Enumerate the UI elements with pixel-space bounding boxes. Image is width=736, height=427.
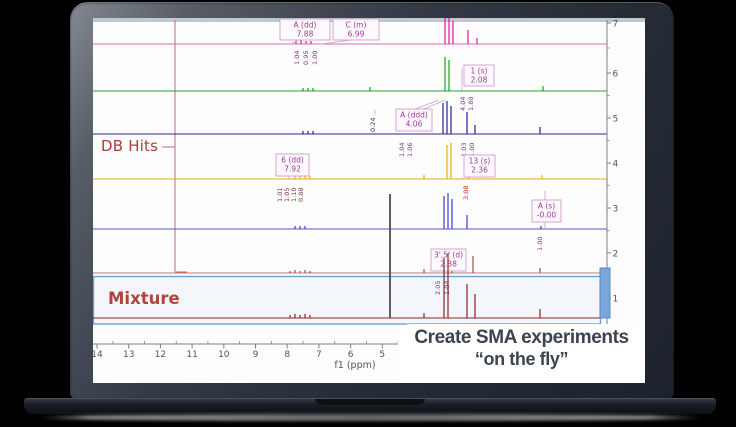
peak-annotation-2.36[interactable]: 13 (s)2.36 — [464, 155, 495, 177]
x-axis-title: f1 (ppm) — [334, 360, 375, 371]
caption-line2: “on the fly” — [398, 349, 645, 370]
integral-label: 1.00 — [311, 51, 319, 65]
mixture-label: Mixture — [108, 289, 180, 308]
integral-label: 1.04 — [398, 143, 406, 157]
annotation-shift: -0.00 — [537, 211, 557, 220]
db-hits-label: DB Hits — [101, 137, 158, 155]
annotation-shift: 6.99 — [348, 30, 365, 39]
annotation-shift: 2.38 — [440, 260, 457, 269]
y-tick-label: 1 — [613, 295, 619, 305]
annotation-shift: 4.06 — [406, 120, 423, 129]
x-tick-label: 6 — [348, 350, 354, 360]
peak-annotation-2.08[interactable]: 1 (s)2.08 — [464, 65, 494, 86]
spectrum-row-4[interactable]: 1.011.051.100.883.086 (dd)7.9213 (s)2.36 — [93, 143, 607, 202]
page-background: 1.040.951.00A (dd)7.88C (m)6.994.041.801… — [0, 0, 736, 427]
annotation-multiplet: 1 (s) — [471, 67, 488, 76]
annotation-leader-line — [291, 40, 298, 44]
x-tick-label: 13 — [123, 350, 134, 360]
annotation-multiplet: A (s) — [538, 202, 555, 211]
spectrum-row-3[interactable]: 1.00 A (s)-0.00 — [93, 191, 607, 251]
annotation-multiplet: A (dd) — [294, 21, 317, 30]
integral-label: 1.80 — [467, 97, 475, 111]
annotation-shift: 2.08 — [471, 76, 488, 85]
peak-annotation-4.06[interactable]: A (ddd)4.06 — [396, 109, 432, 131]
x-tick-label: 7 — [316, 350, 322, 360]
peak-annotation-6.99[interactable]: C (m)6.99 — [333, 19, 379, 40]
annotation-shift: 7.88 — [297, 30, 314, 39]
y-tick-label: 4 — [613, 160, 619, 170]
caption-overlay: Create SMA experiments “on the fly” — [398, 324, 645, 383]
laptop-base — [24, 398, 716, 414]
spectrum-row-7[interactable]: 1.040.951.00A (dd)7.88C (m)6.99 — [93, 18, 607, 65]
annotation-multiplet: A (ddd) — [400, 111, 428, 120]
x-tick-label: 10 — [218, 350, 230, 360]
integral-label: 0.88 — [297, 188, 305, 202]
x-tick-label: 8 — [284, 350, 290, 360]
y-tick-label: 7 — [613, 20, 619, 30]
laptop-screen-bezel: 1.040.951.00A (dd)7.88C (m)6.994.041.801… — [70, 2, 674, 399]
db-hits-bracket — [162, 20, 187, 272]
integral-label: 0.95 — [302, 51, 310, 65]
y-tick-label: 6 — [613, 70, 619, 80]
peak-annotation--0.00[interactable]: A (s)-0.00 — [532, 200, 561, 222]
spectrum-row-6[interactable]: 4.041.80 1 (s)2.08 — [93, 57, 607, 111]
x-tick-label: 14 — [93, 350, 103, 360]
spectrum-row-5[interactable]: 1.041.061.031.000.24A (ddd)4.06 — [93, 100, 607, 157]
integral-label: 0.24 — [369, 118, 377, 132]
laptop-shadow — [36, 414, 704, 421]
peak-annotation-7.88[interactable]: A (dd)7.88 — [280, 19, 330, 40]
integral-label: 1.00 — [536, 237, 544, 251]
annotation-shift: 7.92 — [284, 165, 301, 174]
annotation-multiplet: 6 (dd) — [281, 156, 304, 165]
annotation-multiplet: 13 (s) — [469, 157, 491, 166]
x-tick-label: 9 — [253, 350, 259, 360]
integral-label: 2.05 — [434, 281, 442, 295]
y-tick-label: 3 — [613, 205, 619, 215]
caption-line1: Create SMA experiments — [398, 327, 645, 349]
integral-label: 1.06 — [406, 143, 414, 157]
annotation-shift: 2.36 — [471, 166, 488, 175]
laptop-lid-notch — [315, 399, 425, 406]
y-tick-label: 5 — [613, 115, 619, 125]
x-tick-label: 12 — [155, 350, 166, 360]
integral-label: 3.08 — [462, 186, 470, 200]
annotation-leader-line — [321, 40, 351, 44]
x-tick-label: 11 — [186, 350, 197, 360]
integral-label: 4.04 — [459, 97, 467, 111]
selection-handle[interactable] — [600, 268, 610, 318]
y-tick-label: 2 — [613, 250, 619, 260]
integral-label: 1.04 — [293, 51, 301, 65]
annotation-multiplet: C (m) — [346, 21, 367, 30]
peak-annotation-7.92[interactable]: 6 (dd)7.92 — [276, 154, 309, 176]
x-tick-label: 5 — [379, 350, 385, 360]
laptop-screen: 1.040.951.00A (dd)7.88C (m)6.994.041.801… — [93, 18, 645, 383]
